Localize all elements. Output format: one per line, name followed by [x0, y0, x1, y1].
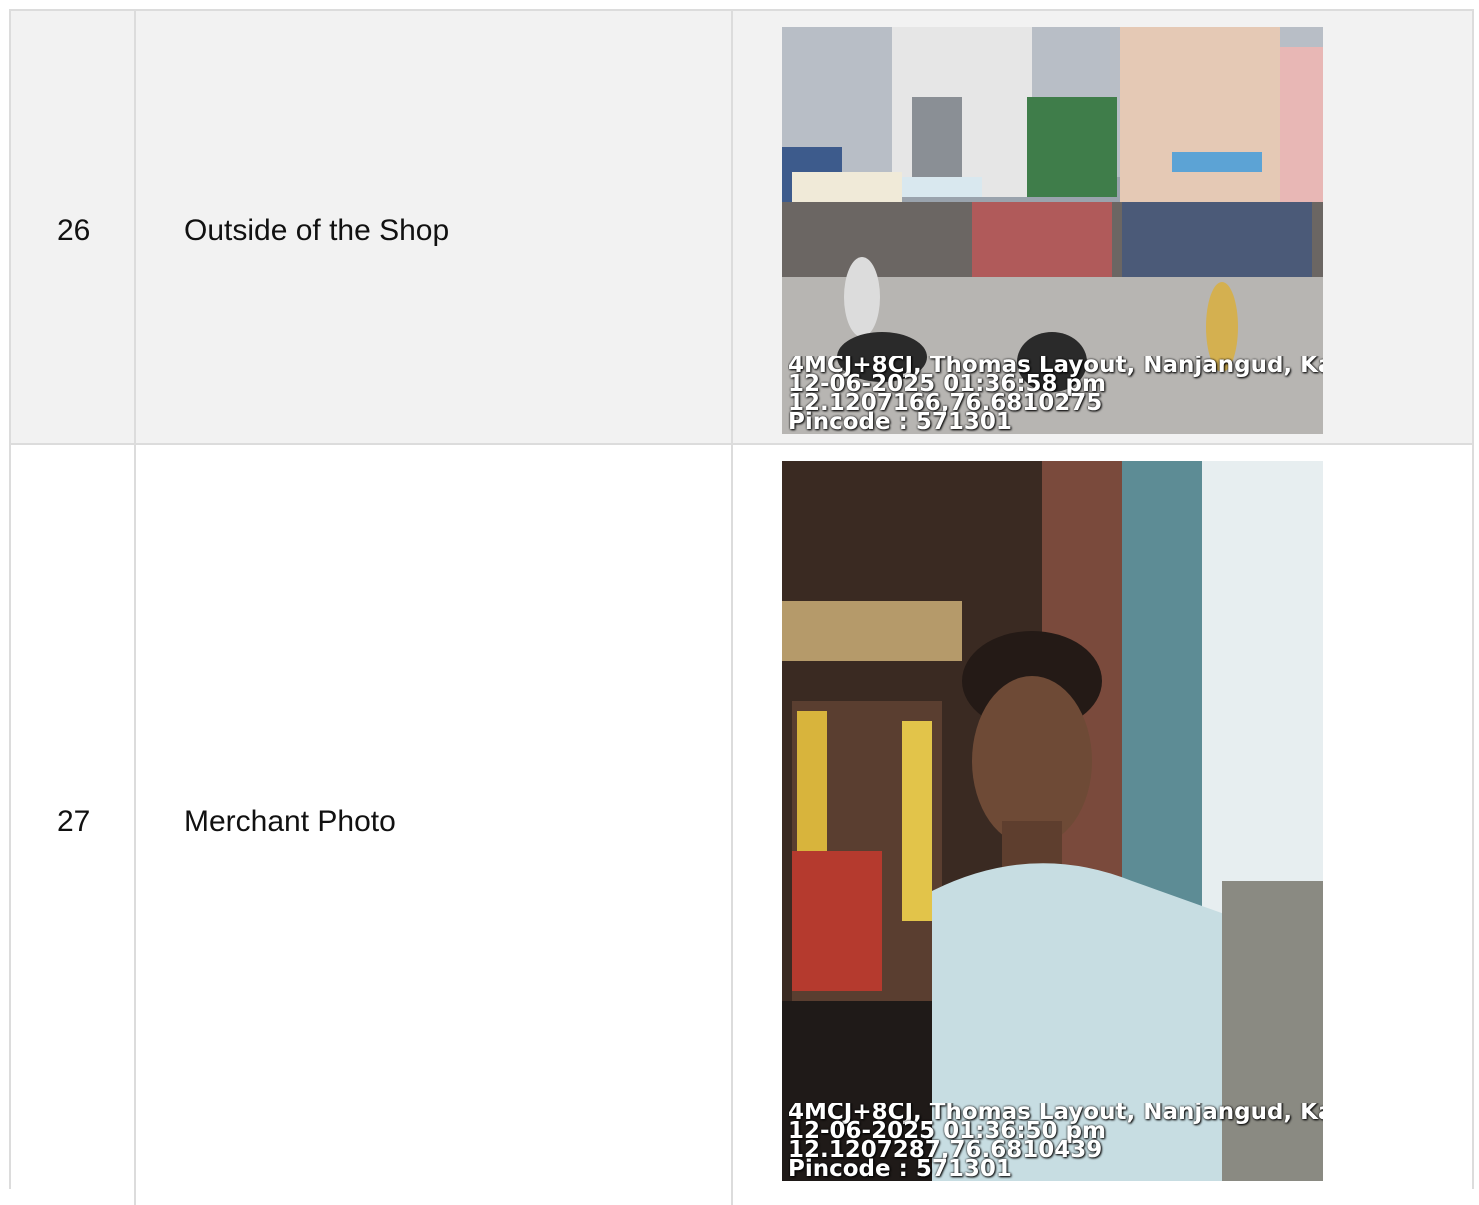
photo-geotag: 4MCJ+8CJ, Thomas Layout, Nanjangud, Karn…	[788, 1103, 1323, 1179]
table-row: 26 Outside of the Shop 4MCJ+8CJ, Thomas …	[11, 11, 1472, 445]
table-row: 27 Merchant Photo 4MCJ+8CJ, Thomas Layou…	[11, 445, 1472, 1205]
row-label: Outside of the Shop	[184, 214, 450, 247]
report-table: 26 Outside of the Shop 4MCJ+8CJ, Thomas …	[9, 9, 1474, 1205]
serial-cell: 26	[11, 11, 136, 443]
shop-exterior-photo: 4MCJ+8CJ, Thomas Layout, Nanjangud, Karn…	[782, 27, 1323, 434]
description-cell: Merchant Photo	[136, 445, 733, 1205]
serial-cell: 27	[11, 445, 136, 1205]
photo-cell: 4MCJ+8CJ, Thomas Layout, Nanjangud, Karn…	[733, 445, 1472, 1205]
row-number: 27	[57, 805, 91, 838]
row-label: Merchant Photo	[184, 805, 396, 838]
merchant-photo: 4MCJ+8CJ, Thomas Layout, Nanjangud, Karn…	[782, 461, 1323, 1181]
description-cell: Outside of the Shop	[136, 11, 733, 443]
row-number: 26	[57, 214, 91, 247]
photo-geotag: 4MCJ+8CJ, Thomas Layout, Nanjangud, Karn…	[788, 356, 1323, 432]
merchant-portrait-image	[782, 461, 1323, 1181]
photo-cell: 4MCJ+8CJ, Thomas Layout, Nanjangud, Karn…	[733, 11, 1472, 443]
